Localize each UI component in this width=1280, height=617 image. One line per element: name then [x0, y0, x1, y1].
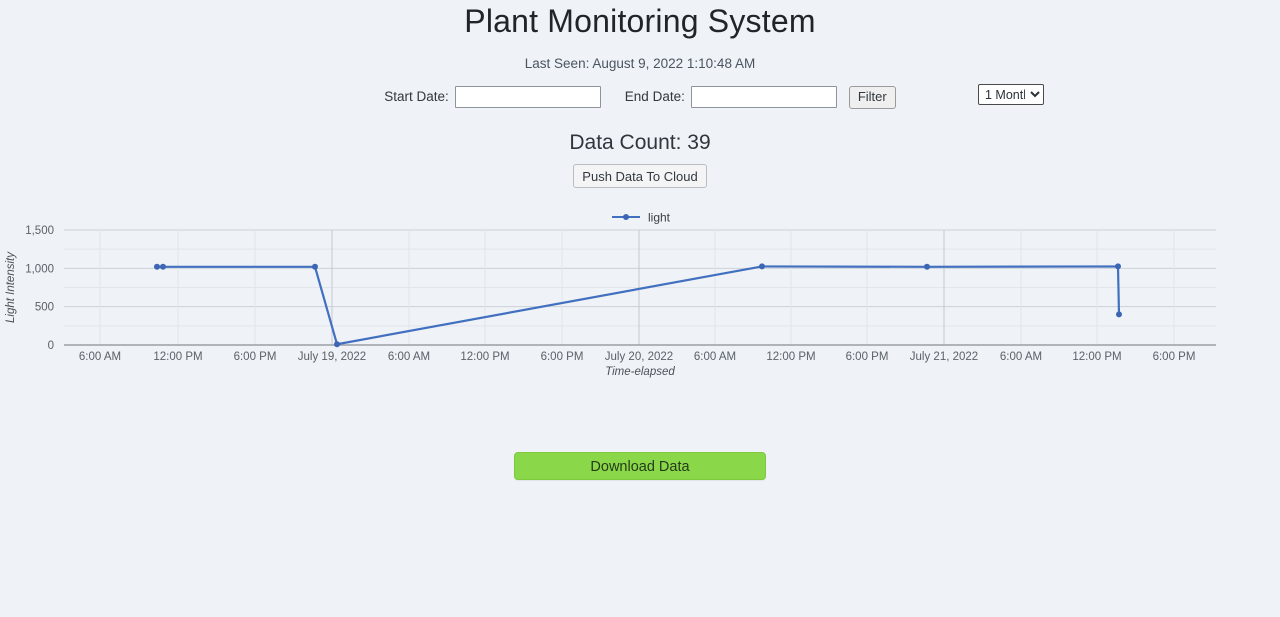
page-root: Plant Monitoring System Last Seen: Augus… — [0, 0, 1280, 617]
chart-xtick-label: 12:00 PM — [1072, 351, 1121, 363]
chart-ytick-label: 500 — [35, 302, 54, 314]
time-range-select[interactable]: 1 Month — [978, 84, 1044, 105]
chart-svg: 0 500 1,000 1,500 Light Intensity 6:00 AM 12:0… — [5, 211, 1216, 378]
legend-label-light[interactable]: light — [648, 211, 671, 225]
chart-xtick-label: 12:00 PM — [153, 351, 202, 363]
chart-xtick-label: 6:00 AM — [79, 351, 121, 363]
chart-xtick-label: 6:00 AM — [1000, 351, 1042, 363]
start-date-label: Start Date: — [384, 89, 449, 104]
start-date-input[interactable] — [454, 86, 601, 108]
chart-series-line-light — [155, 265, 1121, 346]
chart-xtick-label: 6:00 PM — [1153, 351, 1196, 363]
chart-xtick-label: 6:00 PM — [541, 351, 584, 363]
chart-xtick-label: 6:00 AM — [694, 351, 736, 363]
chart-data-point[interactable] — [160, 263, 166, 270]
filter-bar: Start Date: End Date: Filter 1 Month — [0, 82, 1280, 112]
end-date-label: End Date: — [624, 89, 685, 104]
chart-ytick-label: 0 — [48, 340, 54, 352]
chart-xtick-label: July 21, 2022 — [910, 351, 978, 363]
download-button-wrap: Download Data — [0, 452, 1280, 480]
chart-xtick-label: 12:00 PM — [766, 351, 815, 363]
light-intensity-chart: 0 500 1,000 1,500 Light Intensity 6:00 AM 12:0… — [0, 205, 1280, 380]
chart-xtick-label: 12:00 PM — [460, 351, 509, 363]
chart-data-point[interactable] — [759, 263, 765, 270]
download-data-button[interactable]: Download Data — [514, 452, 766, 480]
chart-xtick-label: 6:00 AM — [388, 351, 430, 363]
chart-xtick-label: 6:00 PM — [846, 351, 889, 363]
chart-data-point[interactable] — [334, 341, 340, 348]
page-title: Plant Monitoring System — [464, 3, 816, 39]
chart-y-axis-title: Light Intensity — [5, 251, 17, 323]
end-date-input[interactable] — [690, 86, 837, 108]
chart-data-point[interactable] — [312, 263, 318, 270]
chart-ytick-label: 1,500 — [25, 225, 54, 237]
chart-data-point[interactable] — [154, 263, 160, 270]
push-button-wrap: Push Data To Cloud — [0, 164, 1280, 188]
data-count-label: Data Count: 39 — [569, 131, 711, 154]
filter-button[interactable]: Filter — [848, 85, 896, 109]
legend-marker-icon — [623, 214, 629, 220]
chart-data-point[interactable] — [924, 263, 930, 270]
chart-data-point[interactable] — [1116, 311, 1122, 318]
chart-ytick-label: 1,000 — [25, 263, 54, 275]
chart-x-axis-title: Time-elapsed — [605, 366, 675, 378]
chart-xtick-label: July 20, 2022 — [605, 351, 673, 363]
chart-data-point[interactable] — [1115, 263, 1121, 270]
chart-xtick-label: 6:00 PM — [234, 351, 277, 363]
last-seen-status: Last Seen: August 9, 2022 1:10:48 AM — [524, 56, 756, 71]
push-data-to-cloud-button[interactable]: Push Data To Cloud — [573, 164, 707, 188]
chart-xtick-label: July 19, 2022 — [298, 351, 366, 363]
